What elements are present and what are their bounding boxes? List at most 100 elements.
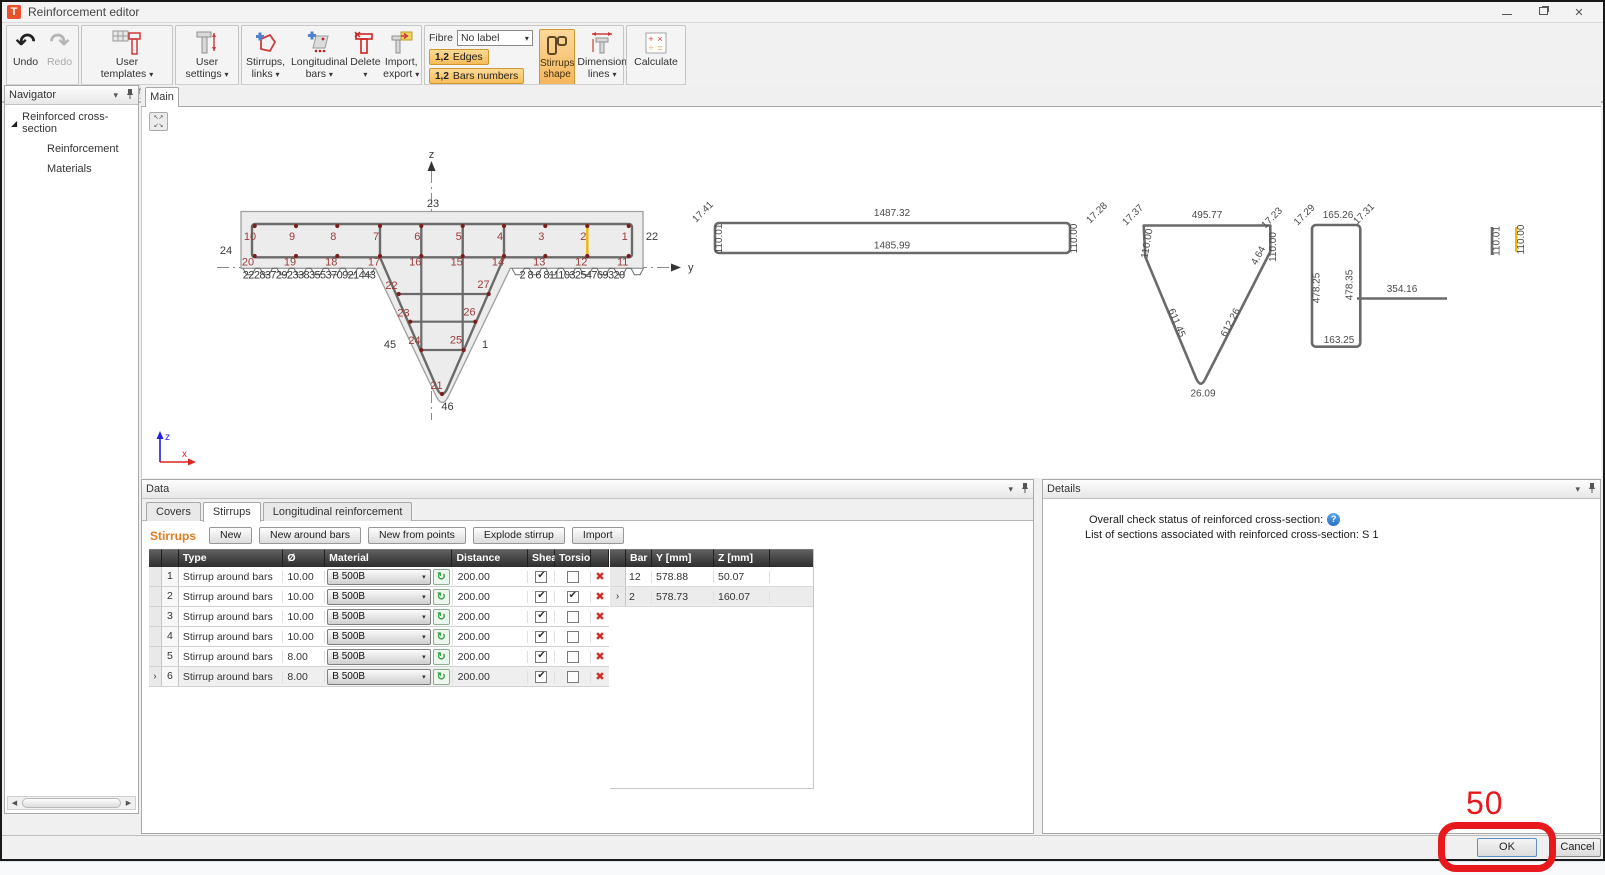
close-button[interactable]: ✕ <box>1572 6 1586 19</box>
torsion-checkbox[interactable] <box>567 611 579 623</box>
torsion-checkbox[interactable] <box>567 671 579 683</box>
table-row[interactable]: › 2 Stirrup around bars 10.00 B 500B▾↻ 2… <box>149 587 609 607</box>
restore-button[interactable] <box>1536 6 1550 18</box>
tab-covers[interactable]: Covers <box>146 502 201 521</box>
tree-item-reinforced-cross-section[interactable]: ◢ Reinforced cross-section <box>11 111 138 135</box>
zoom-fit-button[interactable]: ↖↗↙↘ <box>149 112 168 131</box>
shear-checkbox[interactable] <box>535 671 547 683</box>
row-selector[interactable]: › <box>610 567 626 586</box>
row-selector[interactable]: › <box>149 567 162 586</box>
scrollbar-thumb[interactable] <box>22 798 121 808</box>
user-settings-button[interactable]: Usersettings ▾ <box>178 26 236 84</box>
row-selector[interactable]: › <box>149 647 162 666</box>
refresh-material-icon[interactable]: ↻ <box>433 649 450 665</box>
tree-expand-icon[interactable]: ◢ <box>11 119 17 128</box>
minimize-button[interactable] <box>1500 6 1514 18</box>
torsion-checkbox[interactable] <box>567 571 579 583</box>
edges-toggle[interactable]: 1,2Edges <box>429 49 489 65</box>
scroll-right-icon[interactable]: ▶ <box>122 799 135 807</box>
svg-text:=: = <box>657 43 662 53</box>
torsion-checkbox[interactable] <box>567 631 579 643</box>
delete-row-button[interactable]: ✖ <box>591 630 609 643</box>
refresh-material-icon[interactable]: ↻ <box>433 569 450 585</box>
pin-icon[interactable] <box>1588 482 1596 496</box>
undo-button[interactable]: ↶ Undo <box>9 26 43 84</box>
dropdown-arrow-icon: ▾ <box>422 653 426 661</box>
new-from-points-button[interactable]: New from points <box>368 527 466 544</box>
svg-text:478.35: 478.35 <box>1345 269 1356 300</box>
table-row[interactable]: › 5 Stirrup around bars 8.00 B 500B▾↻ 20… <box>149 647 609 667</box>
row-selector[interactable]: › <box>149 627 162 646</box>
refresh-material-icon[interactable]: ↻ <box>433 629 450 645</box>
svg-text:17.28: 17.28 <box>1084 200 1110 226</box>
material-select[interactable]: B 500B▾ <box>327 649 430 665</box>
row-selector[interactable]: › <box>610 587 626 606</box>
delete-row-button[interactable]: ✖ <box>591 570 609 583</box>
material-select[interactable]: B 500B▾ <box>327 569 430 585</box>
table-row[interactable]: › 6 Stirrup around bars 8.00 B 500B▾↻ 20… <box>149 667 609 687</box>
scroll-left-icon[interactable]: ◀ <box>8 799 21 807</box>
pin-icon[interactable] <box>1021 482 1029 496</box>
row-selector[interactable]: › <box>149 667 162 686</box>
shear-checkbox[interactable] <box>535 651 547 663</box>
table-row[interactable]: › 1 Stirrup around bars 10.00 B 500B▾↻ 2… <box>149 567 609 587</box>
navigator-horizontal-scrollbar[interactable]: ◀ ▶ <box>7 796 136 810</box>
material-select[interactable]: B 500B▾ <box>327 609 430 625</box>
fibre-select[interactable]: No label ▾ <box>457 30 533 46</box>
import-button[interactable]: Import <box>572 527 624 544</box>
svg-text:10: 10 <box>244 231 256 243</box>
delete-icon: ✖ <box>595 570 604 583</box>
delete-button[interactable]: Delete▾ <box>349 26 381 84</box>
redo-button[interactable]: ↷ Redo <box>43 26 77 84</box>
refresh-material-icon[interactable]: ↻ <box>433 609 450 625</box>
delete-row-button[interactable]: ✖ <box>591 650 609 663</box>
navigator-dropdown-icon[interactable]: ▾ <box>113 90 118 101</box>
shear-checkbox[interactable] <box>535 591 547 603</box>
shear-checkbox[interactable] <box>535 611 547 623</box>
stirrups-shape-toggle[interactable]: Stirrupsshape <box>539 29 575 91</box>
data-panel-dropdown-icon[interactable]: ▾ <box>1008 484 1013 495</box>
shear-checkbox[interactable] <box>535 571 547 583</box>
material-select[interactable]: B 500B▾ <box>327 629 430 645</box>
material-select[interactable]: B 500B▾ <box>327 589 430 605</box>
tab-longitudinal-reinforcement[interactable]: Longitudinal reinforcement <box>263 502 413 521</box>
row-selector[interactable]: › <box>149 607 162 626</box>
cancel-button[interactable]: Cancel <box>1554 838 1601 857</box>
pin-icon[interactable] <box>126 88 134 102</box>
torsion-checkbox[interactable] <box>567 591 579 603</box>
dimension-lines-button[interactable]: Dimensionlines ▾ <box>577 26 627 84</box>
details-panel-header: Details ▾ <box>1043 480 1600 499</box>
tab-main[interactable]: Main <box>145 87 179 107</box>
help-icon[interactable]: ? <box>1327 513 1340 526</box>
tree-item-materials[interactable]: Materials <box>11 163 138 175</box>
tab-stirrups[interactable]: Stirrups <box>203 502 261 522</box>
delete-row-button[interactable]: ✖ <box>591 590 609 603</box>
app-icon: T <box>7 5 21 19</box>
row-selector[interactable]: › <box>149 587 162 606</box>
explode-stirrup-button[interactable]: Explode stirrup <box>473 527 565 544</box>
drawing-canvas[interactable]: ↖↗↙↘ z y <box>141 107 1601 478</box>
import-export-button[interactable]: Import,export ▾ <box>381 26 421 84</box>
table-row[interactable]: › 12 578.88 50.07 <box>610 567 813 587</box>
refresh-material-icon[interactable]: ↻ <box>433 589 450 605</box>
delete-row-button[interactable]: ✖ <box>591 610 609 623</box>
new-button[interactable]: New <box>209 527 252 544</box>
shear-checkbox[interactable] <box>535 631 547 643</box>
delete-row-button[interactable]: ✖ <box>591 670 609 683</box>
details-dropdown-icon[interactable]: ▾ <box>1575 484 1580 495</box>
tree-item-reinforcement[interactable]: Reinforcement <box>11 143 138 155</box>
table-row[interactable]: › 2 578.73 160.07 <box>610 587 813 607</box>
longitudinal-bars-button[interactable]: Longitudinalbars ▾ <box>289 26 349 84</box>
user-templates-button[interactable]: Usertemplates ▾ <box>87 26 167 84</box>
calculate-button[interactable]: +×÷= Calculate <box>629 26 683 84</box>
new-around-bars-button[interactable]: New around bars <box>259 527 361 544</box>
details-panel-title: Details <box>1047 483 1081 495</box>
torsion-checkbox[interactable] <box>567 651 579 663</box>
material-select[interactable]: B 500B▾ <box>327 669 430 685</box>
table-row[interactable]: › 3 Stirrup around bars 10.00 B 500B▾↻ 2… <box>149 607 609 627</box>
bars-numbers-toggle[interactable]: 1,2Bars numbers <box>429 68 524 84</box>
svg-text:3: 3 <box>538 231 544 243</box>
table-row[interactable]: › 4 Stirrup around bars 10.00 B 500B▾↻ 2… <box>149 627 609 647</box>
stirrups-links-button[interactable]: Stirrups,links ▾ <box>242 26 289 84</box>
refresh-material-icon[interactable]: ↻ <box>433 669 450 685</box>
